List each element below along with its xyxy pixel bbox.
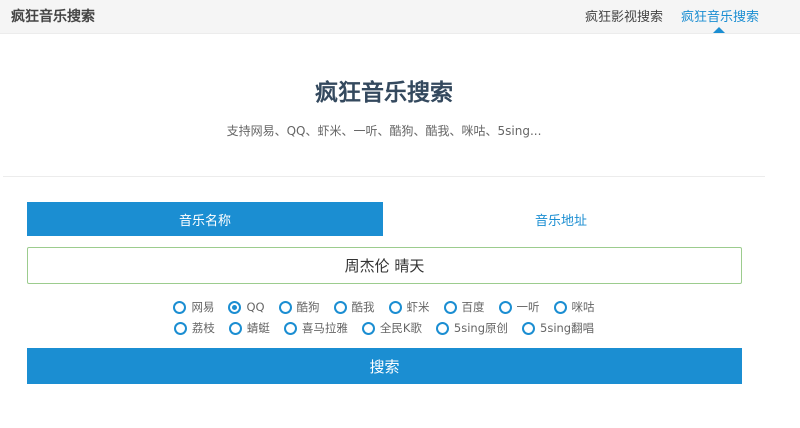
radio-source-lizhi[interactable]: 荔枝 <box>173 320 215 336</box>
radio-source-migu[interactable]: 咪咕 <box>553 299 595 315</box>
radio-source-yiting[interactable]: 一听 <box>498 299 540 315</box>
tab-music-url[interactable]: 音乐地址 <box>383 202 739 236</box>
radio-circle-icon <box>173 321 187 335</box>
brand-logo-text[interactable]: 疯狂音乐搜索 <box>11 6 95 26</box>
radio-label: 一听 <box>516 300 540 314</box>
radio-circle-icon <box>522 321 536 335</box>
radio-label: 5sing翻唱 <box>540 321 595 335</box>
page-subtitle: 支持网易、QQ、虾米、一听、酷狗、酷我、咪咕、5sing... <box>226 124 542 138</box>
radio-label: 虾米 <box>406 300 430 314</box>
radio-source-kge[interactable]: 全民K歌 <box>361 320 422 336</box>
radio-source-baidu[interactable]: 百度 <box>443 299 485 315</box>
radio-label: QQ <box>246 300 265 314</box>
radio-circle-icon <box>553 300 567 314</box>
radio-source-5sing-cover[interactable]: 5sing翻唱 <box>522 320 594 336</box>
top-navbar: 疯狂音乐搜索 疯狂影视搜索 疯狂音乐搜索 <box>0 0 800 34</box>
section-divider <box>3 176 765 177</box>
radio-source-5sing-original[interactable]: 5sing原创 <box>435 320 509 336</box>
tab-music-name[interactable]: 音乐名称 <box>27 202 383 236</box>
radio-circle-icon <box>173 300 187 314</box>
radio-label: 蜻蜓 <box>246 321 270 335</box>
radio-label: 酷我 <box>351 300 375 314</box>
nav-link-music-search[interactable]: 疯狂音乐搜索 <box>681 6 759 25</box>
radio-circle-icon <box>278 300 292 314</box>
radio-circle-icon <box>228 321 242 335</box>
radio-source-ximalaya[interactable]: 喜马拉雅 <box>283 320 348 336</box>
radio-label: 咪咕 <box>571 300 595 314</box>
radio-source-kuwo[interactable]: 酷我 <box>333 299 375 315</box>
radio-label: 荔枝 <box>191 321 215 335</box>
radio-label: 百度 <box>461 300 485 314</box>
radio-label: 网易 <box>191 300 215 314</box>
radio-circle-icon <box>443 300 457 314</box>
radio-label: 喜马拉雅 <box>301 321 348 335</box>
search-input[interactable] <box>27 247 742 284</box>
radio-circle-icon <box>435 321 449 335</box>
radio-source-qingting[interactable]: 蜻蜓 <box>228 320 270 336</box>
active-nav-caret-icon <box>713 27 725 33</box>
source-radio-row-1: 网易 QQ 酷狗 酷我 虾米 百度 一听 咪咕 <box>0 299 768 315</box>
radio-source-xiami[interactable]: 虾米 <box>388 299 430 315</box>
radio-source-netease[interactable]: 网易 <box>173 299 214 315</box>
radio-label: 5sing原创 <box>453 321 509 335</box>
page-title: 疯狂音乐搜索 <box>315 80 453 106</box>
search-button[interactable]: 搜索 <box>27 348 742 384</box>
radio-circle-icon <box>498 300 512 314</box>
radio-circle-icon <box>333 300 347 314</box>
source-radio-row-2: 荔枝 蜻蜓 喜马拉雅 全民K歌 5sing原创 5sing翻唱 <box>0 320 768 336</box>
radio-circle-icon <box>283 321 297 335</box>
nav-link-video-search[interactable]: 疯狂影视搜索 <box>585 6 663 25</box>
radio-circle-icon <box>361 321 375 335</box>
radio-source-qq[interactable]: QQ <box>228 299 265 315</box>
radio-label: 酷狗 <box>296 300 320 314</box>
radio-source-kugou[interactable]: 酷狗 <box>278 299 320 315</box>
radio-circle-icon <box>388 300 402 314</box>
radio-label: 全民K歌 <box>379 321 422 335</box>
radio-checked-icon <box>228 300 242 314</box>
